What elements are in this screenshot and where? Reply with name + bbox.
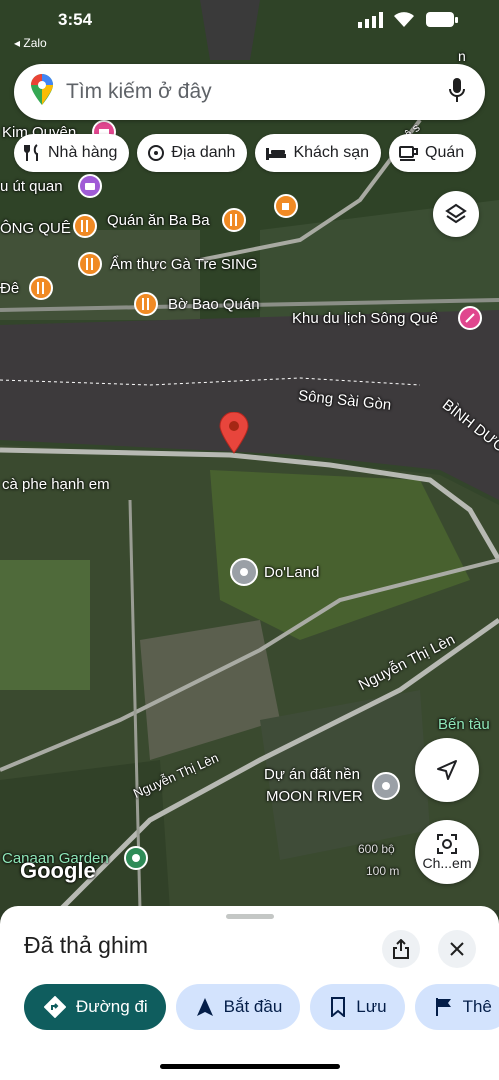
map-label[interactable]: Khu du lịch Sông Quê bbox=[292, 310, 438, 327]
restaurant-icon[interactable] bbox=[78, 252, 102, 276]
chip-hotels[interactable]: Khách sạn bbox=[255, 134, 382, 172]
camera-icon[interactable] bbox=[78, 174, 102, 198]
map-view[interactable]: 3:54 ◂ Zalo Kim Quyên u út quan ÔNG QUÊ … bbox=[0, 0, 499, 910]
directions-label: Đường đi bbox=[76, 997, 148, 1016]
layers-icon bbox=[445, 203, 467, 224]
navigation-arrow-icon bbox=[437, 760, 457, 780]
signal-icon bbox=[358, 12, 384, 33]
search-input[interactable]: Tìm kiếm ở đây bbox=[66, 80, 449, 104]
save-button[interactable]: Lưu bbox=[310, 984, 405, 1030]
start-label: Bắt đầu bbox=[223, 997, 283, 1016]
directions-icon bbox=[44, 996, 66, 1018]
start-button[interactable]: Bắt đầu bbox=[175, 984, 301, 1030]
map-label[interactable]: Quán ăn Ba Ba bbox=[107, 212, 210, 229]
share-icon bbox=[393, 939, 409, 959]
microphone-icon[interactable] bbox=[449, 77, 465, 107]
navigation-icon bbox=[196, 998, 213, 1016]
map-label[interactable]: ÔNG QUÊ bbox=[0, 220, 71, 237]
tourist-icon[interactable] bbox=[458, 306, 482, 330]
flag-icon bbox=[435, 998, 451, 1016]
chip-label: Địa danh bbox=[171, 144, 236, 161]
restaurant-icon bbox=[24, 144, 38, 161]
action-row: Đường đi Bắt đầu Lưu Thê bbox=[24, 984, 499, 1030]
add-label-label: Thê bbox=[462, 997, 492, 1016]
map-label[interactable]: cà phe hạnh em bbox=[2, 476, 110, 493]
place-icon[interactable] bbox=[230, 558, 258, 586]
save-label: Lưu bbox=[356, 997, 387, 1016]
chip-label: Quán bbox=[425, 144, 465, 161]
garden-icon[interactable] bbox=[124, 846, 148, 870]
add-label-button[interactable]: Thê bbox=[414, 984, 499, 1030]
restaurant-icon[interactable] bbox=[73, 214, 97, 238]
back-to-app[interactable]: ◂ Zalo bbox=[14, 36, 47, 50]
search-bar[interactable]: Tìm kiếm ở đây bbox=[14, 64, 485, 120]
explore-label: Ch...em bbox=[422, 855, 472, 871]
restaurant-icon[interactable] bbox=[134, 292, 158, 316]
landmark-icon bbox=[148, 145, 165, 161]
map-label[interactable]: Dự án đất nền bbox=[264, 766, 360, 783]
battery-icon bbox=[426, 12, 458, 33]
wifi-icon bbox=[392, 10, 416, 33]
chip-cafes[interactable]: Quán bbox=[389, 134, 477, 172]
my-location-button[interactable] bbox=[415, 738, 479, 802]
map-label[interactable]: Đê bbox=[0, 280, 19, 297]
map-label: n bbox=[458, 48, 466, 64]
restaurant-icon[interactable] bbox=[29, 276, 53, 300]
sheet-title: Đã thả ghim bbox=[24, 932, 149, 958]
home-indicator[interactable] bbox=[160, 1064, 340, 1069]
close-button[interactable] bbox=[438, 930, 476, 968]
scale-label: 100 m bbox=[366, 864, 400, 878]
google-maps-pin-icon bbox=[30, 73, 54, 111]
bookmark-icon bbox=[331, 997, 346, 1017]
chip-landmarks[interactable]: Địa danh bbox=[137, 134, 248, 172]
category-chips: Nhà hàng Địa danh Khách sạn Quán bbox=[14, 134, 477, 172]
map-label[interactable]: Bến tàu bbox=[438, 716, 490, 733]
dropped-pin-icon[interactable] bbox=[219, 411, 249, 459]
chip-label: Khách sạn bbox=[293, 144, 370, 161]
layers-button[interactable] bbox=[433, 191, 479, 237]
directions-button[interactable]: Đường đi bbox=[24, 984, 166, 1030]
chip-label: Nhà hàng bbox=[48, 144, 118, 161]
sheet-drag-handle[interactable] bbox=[226, 914, 274, 919]
map-label[interactable]: MOON RIVER bbox=[266, 788, 363, 805]
close-icon bbox=[450, 942, 464, 956]
scale-label: 600 bộ bbox=[358, 842, 395, 856]
coffee-icon bbox=[399, 146, 419, 161]
cafe-icon[interactable] bbox=[274, 194, 298, 218]
google-logo: Google bbox=[20, 858, 96, 883]
map-label[interactable]: u út quan bbox=[0, 178, 63, 195]
map-label[interactable]: Ẩm thực Gà Tre SING bbox=[110, 256, 258, 273]
map-label[interactable]: Do'Land bbox=[264, 564, 319, 581]
map-label[interactable]: Bờ Bao Quán bbox=[168, 296, 260, 313]
share-button[interactable] bbox=[382, 930, 420, 968]
status-bar: 3:54 ◂ Zalo bbox=[0, 10, 499, 50]
status-time: 3:54 bbox=[58, 10, 93, 29]
explore-button[interactable]: Ch...em bbox=[415, 820, 479, 884]
chip-restaurants[interactable]: Nhà hàng bbox=[14, 134, 130, 172]
restaurant-icon[interactable] bbox=[222, 208, 246, 232]
bed-icon bbox=[266, 148, 287, 160]
bottom-sheet[interactable]: Đã thả ghim Đường đi Bắt đầu Lưu Thê bbox=[0, 906, 499, 1080]
scan-icon bbox=[437, 834, 457, 854]
place-icon[interactable] bbox=[372, 772, 400, 800]
